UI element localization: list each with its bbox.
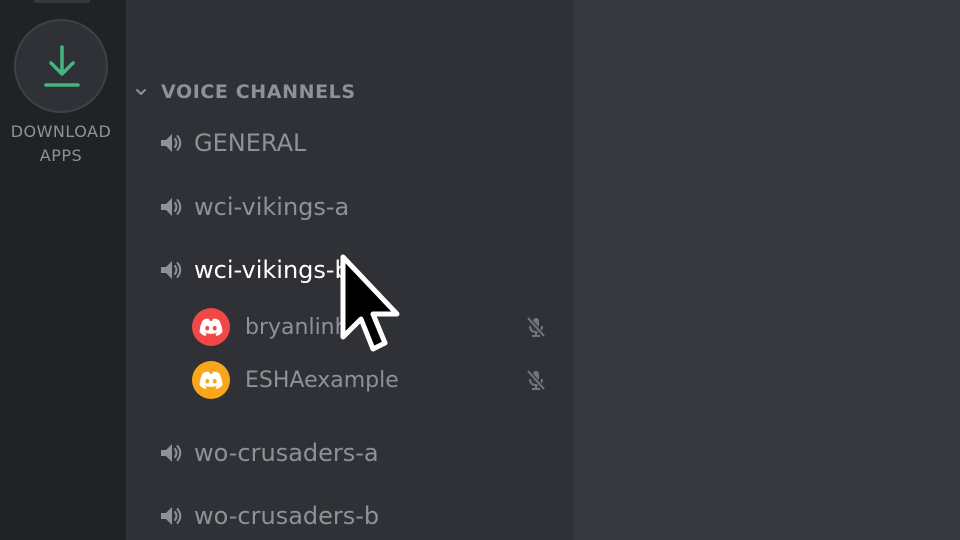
mic-muted-icon [526,316,546,338]
speaker-icon [161,507,182,525]
voice-channel-wo-crusaders-b[interactable]: wo-crusaders-b [158,496,379,536]
main-content-area [574,0,960,540]
voice-user-eshaexample[interactable]: ESHAexample [192,360,548,400]
mic-muted-icon [526,369,546,391]
download-icon [44,45,80,87]
rail-separator [34,0,90,3]
voice-channels-category[interactable]: VOICE CHANNELS [134,78,356,106]
speaker-icon [161,261,182,279]
download-apps-label: DOWNLOAD APPS [0,120,122,168]
voice-channel-wo-crusaders-a[interactable]: wo-crusaders-a [158,433,379,473]
chevron-down-icon [136,89,146,95]
server-rail: DOWNLOAD APPS [0,0,126,540]
voice-channel-name: wci-vikings-a [194,193,350,221]
voice-user-name: ESHAexample [245,367,399,393]
speaker-icon [161,134,182,152]
discord-logo-icon [199,371,223,389]
voice-channel-wci-vikings-a[interactable]: wci-vikings-a [158,187,349,227]
voice-channel-name: GENERAL [194,129,307,157]
category-label: VOICE CHANNELS [161,81,356,103]
download-label-line2: APPS [39,146,83,165]
mouse-cursor-icon [340,254,400,352]
download-label-line1: DOWNLOAD [10,122,112,141]
avatar [192,361,230,399]
voice-channel-name: wci-vikings-b [194,256,350,284]
voice-channel-name: wo-crusaders-b [194,502,380,530]
previous-channel-cutoff [160,0,460,6]
discord-logo-icon [199,318,223,336]
voice-channel-wci-vikings-b[interactable]: wci-vikings-b [158,250,350,290]
speaker-icon [161,444,182,462]
download-apps-button[interactable] [14,19,108,113]
speaker-icon [161,198,182,216]
voice-user-name: bryanlinh [245,314,349,340]
voice-channel-name: wo-crusaders-a [194,439,379,467]
voice-channel-general[interactable]: GENERAL [158,123,306,163]
avatar [192,308,230,346]
